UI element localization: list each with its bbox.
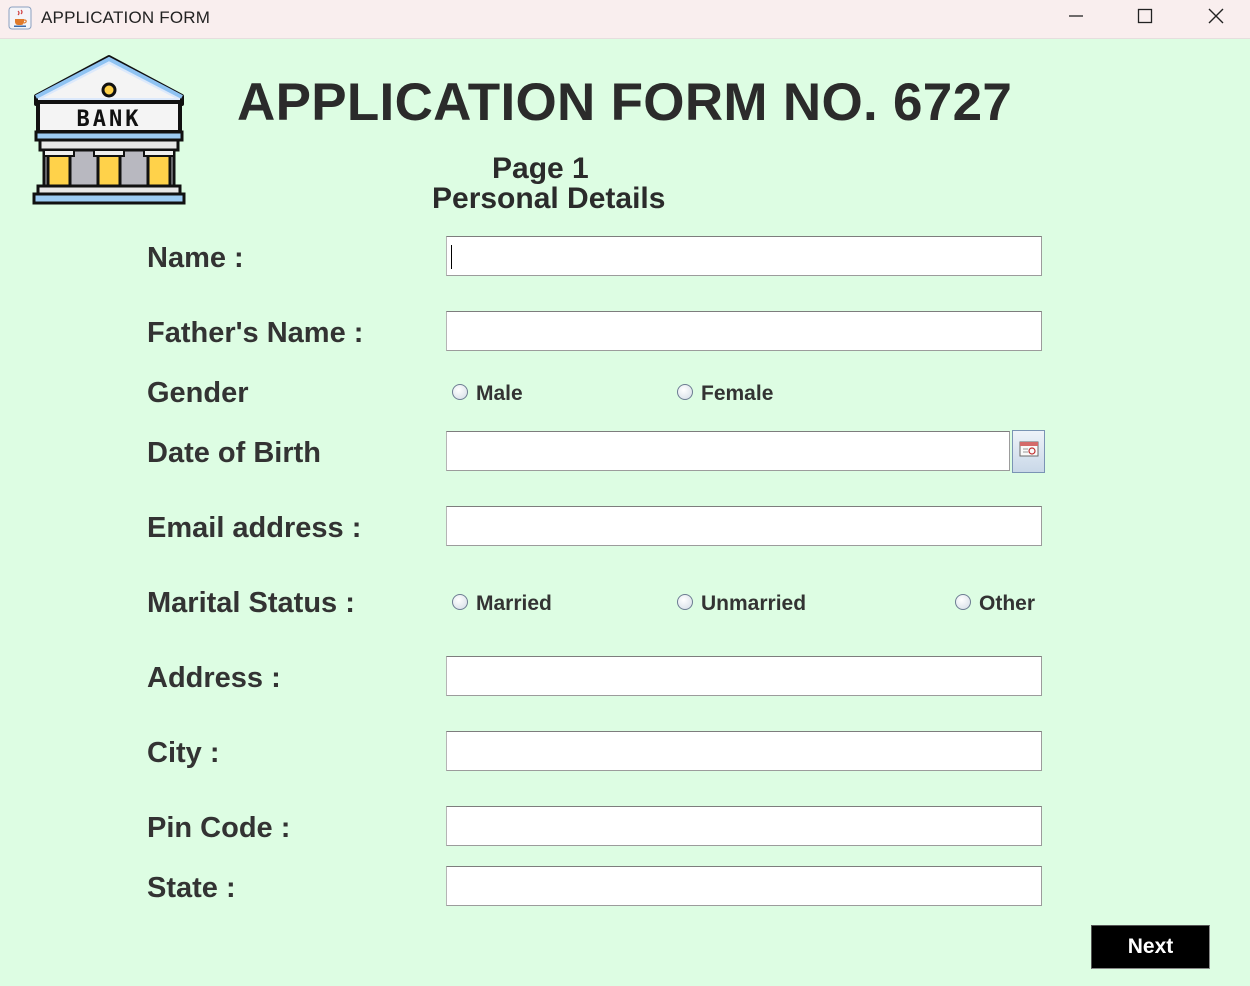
minimize-button[interactable] [1046, 0, 1106, 36]
name-label: Name : [147, 242, 244, 274]
city-field[interactable] [446, 731, 1042, 771]
calendar-button[interactable] [1012, 430, 1045, 473]
close-button[interactable] [1186, 0, 1246, 36]
calendar-icon [1019, 441, 1039, 462]
java-cup-icon [8, 6, 32, 30]
close-icon [1208, 8, 1224, 29]
radio-circle [452, 594, 468, 610]
maximize-icon [1137, 8, 1153, 29]
window-titlebar: APPLICATION FORM [0, 0, 1250, 39]
minimize-icon [1068, 8, 1084, 29]
gender-male-radio[interactable]: Male [452, 382, 523, 406]
gender-label: Gender [147, 377, 249, 409]
radio-circle [677, 594, 693, 610]
marital-unmarried-label: Unmarried [701, 592, 807, 615]
page-number: Page 1 [492, 152, 589, 185]
marital-other-label: Other [979, 592, 1036, 615]
dob-field[interactable] [446, 431, 1010, 471]
email-label: Email address : [147, 512, 362, 544]
state-field[interactable] [446, 866, 1042, 906]
radio-circle [955, 594, 971, 610]
marital-other-radio[interactable]: Other [955, 592, 1035, 616]
dob-label: Date of Birth [147, 437, 321, 469]
next-button[interactable]: Next [1091, 925, 1210, 969]
marital-married-label: Married [476, 592, 552, 615]
bank-logo: BANK [30, 54, 188, 208]
state-label: State : [147, 872, 236, 904]
father-name-field[interactable] [446, 311, 1042, 351]
address-label: Address : [147, 662, 281, 694]
city-label: City : [147, 737, 220, 769]
radio-circle [677, 384, 693, 400]
section-title: Personal Details [432, 182, 666, 215]
pin-code-label: Pin Code : [147, 812, 291, 844]
name-field[interactable] [446, 236, 1042, 276]
address-field[interactable] [446, 656, 1042, 696]
email-field[interactable] [446, 506, 1042, 546]
window-title: APPLICATION FORM [41, 8, 211, 27]
gender-female-radio[interactable]: Female [677, 382, 773, 406]
gender-female-label: Female [701, 382, 774, 405]
marital-status-label: Marital Status : [147, 587, 355, 619]
pin-code-field[interactable] [446, 806, 1042, 846]
gender-male-label: Male [476, 382, 523, 405]
logo-text: BANK [77, 107, 142, 132]
marital-married-radio[interactable]: Married [452, 592, 552, 616]
radio-circle [452, 384, 468, 400]
page-title: APPLICATION FORM NO. 6727 [237, 73, 1013, 132]
father-name-label: Father's Name : [147, 317, 364, 349]
text-caret [451, 245, 452, 269]
marital-unmarried-radio[interactable]: Unmarried [677, 592, 806, 616]
maximize-button[interactable] [1115, 0, 1175, 36]
